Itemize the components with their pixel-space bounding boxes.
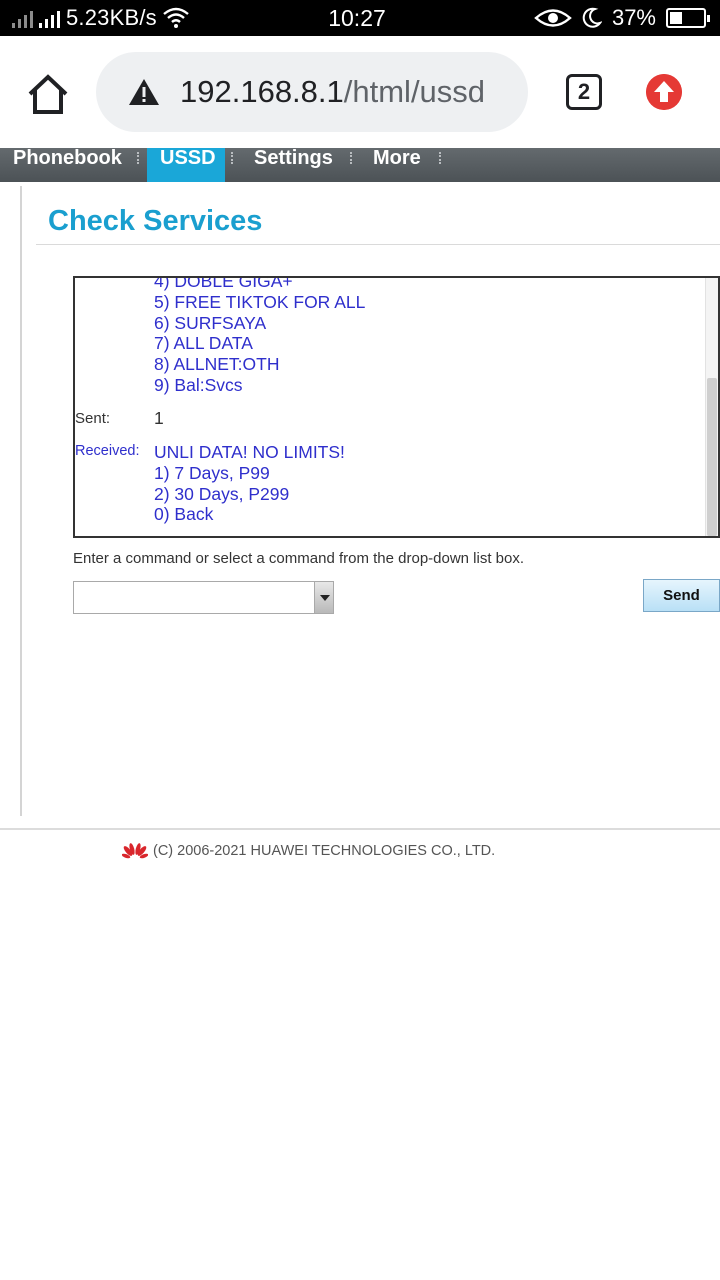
battery-fill: [670, 12, 682, 24]
menu-line: 9) Bal:Svcs: [154, 375, 243, 395]
nav-separator: [439, 152, 441, 164]
home-icon[interactable]: [24, 72, 72, 116]
menu-line: 5) FREE TIKTOK FOR ALL: [154, 292, 366, 312]
scrollbar-thumb[interactable]: [707, 378, 717, 536]
menu-line: 6) SURFSAYA: [154, 313, 267, 333]
title-divider: [36, 244, 720, 245]
page-title: Check Services: [48, 205, 263, 237]
nav-ussd[interactable]: USSD: [147, 148, 225, 182]
eye-icon: [534, 9, 572, 27]
received-line: 0) Back: [154, 504, 214, 524]
nav-separator: [350, 152, 352, 164]
footer: (C) 2006-2021 HUAWEI TECHNOLOGIES CO., L…: [122, 842, 495, 860]
battery-percent: 37%: [611, 5, 656, 30]
menu-line: 4) DOBLE GIGA+: [154, 276, 293, 291]
address-bar[interactable]: 192.168.8.1/html/ussd: [96, 52, 528, 132]
nav-more[interactable]: More: [373, 148, 421, 182]
menu-line: 8) ALLNET:OTH: [154, 354, 280, 374]
footer-divider: [0, 828, 720, 830]
command-dropdown[interactable]: [73, 581, 334, 614]
tab-switcher-button[interactable]: 2: [566, 74, 602, 110]
console-scrollbar[interactable]: [705, 278, 718, 536]
status-bar: 5.23KB/s 10:27 37%: [0, 0, 720, 36]
url-host: 192.168.8.1: [180, 74, 344, 109]
ussd-console[interactable]: 4) DOBLE GIGA+ 5) FREE TIKTOK FOR ALL 6)…: [73, 276, 720, 538]
nav-separator: [231, 152, 233, 164]
received-line: 2) 30 Days, P299: [154, 484, 290, 504]
content-left-border: [20, 186, 22, 816]
url-text[interactable]: 192.168.8.1/html/ussd: [180, 74, 485, 110]
url-path: /html/ussd: [343, 74, 486, 109]
not-secure-warning-icon[interactable]: [128, 77, 160, 107]
battery-icon: [666, 8, 710, 28]
dropdown-arrow-icon[interactable]: [314, 582, 333, 613]
nav-settings[interactable]: Settings: [254, 148, 333, 182]
menu-line: 7) ALL DATA: [154, 333, 253, 353]
huawei-logo-icon: [122, 843, 148, 859]
received-line: UNLI DATA! NO LIMITS!: [154, 442, 345, 462]
received-line: 1) 7 Days, P99: [154, 463, 270, 483]
command-hint: Enter a command or select a command from…: [73, 550, 525, 567]
router-nav: Phonebook USSD Settings More: [0, 148, 720, 182]
browser-toolbar: 192.168.8.1/html/ussd 2: [0, 36, 720, 148]
moon-icon: [582, 7, 602, 28]
sent-label: Sent:: [75, 410, 111, 427]
received-label: Received:: [75, 443, 140, 459]
status-right: 37%: [534, 4, 710, 32]
update-icon[interactable]: [646, 74, 682, 110]
nav-separator: [137, 152, 139, 164]
send-button[interactable]: Send: [643, 579, 720, 612]
nav-phonebook[interactable]: Phonebook: [13, 148, 122, 182]
copyright-text: (C) 2006-2021 HUAWEI TECHNOLOGIES CO., L…: [153, 843, 496, 859]
sent-value: 1: [154, 408, 164, 428]
